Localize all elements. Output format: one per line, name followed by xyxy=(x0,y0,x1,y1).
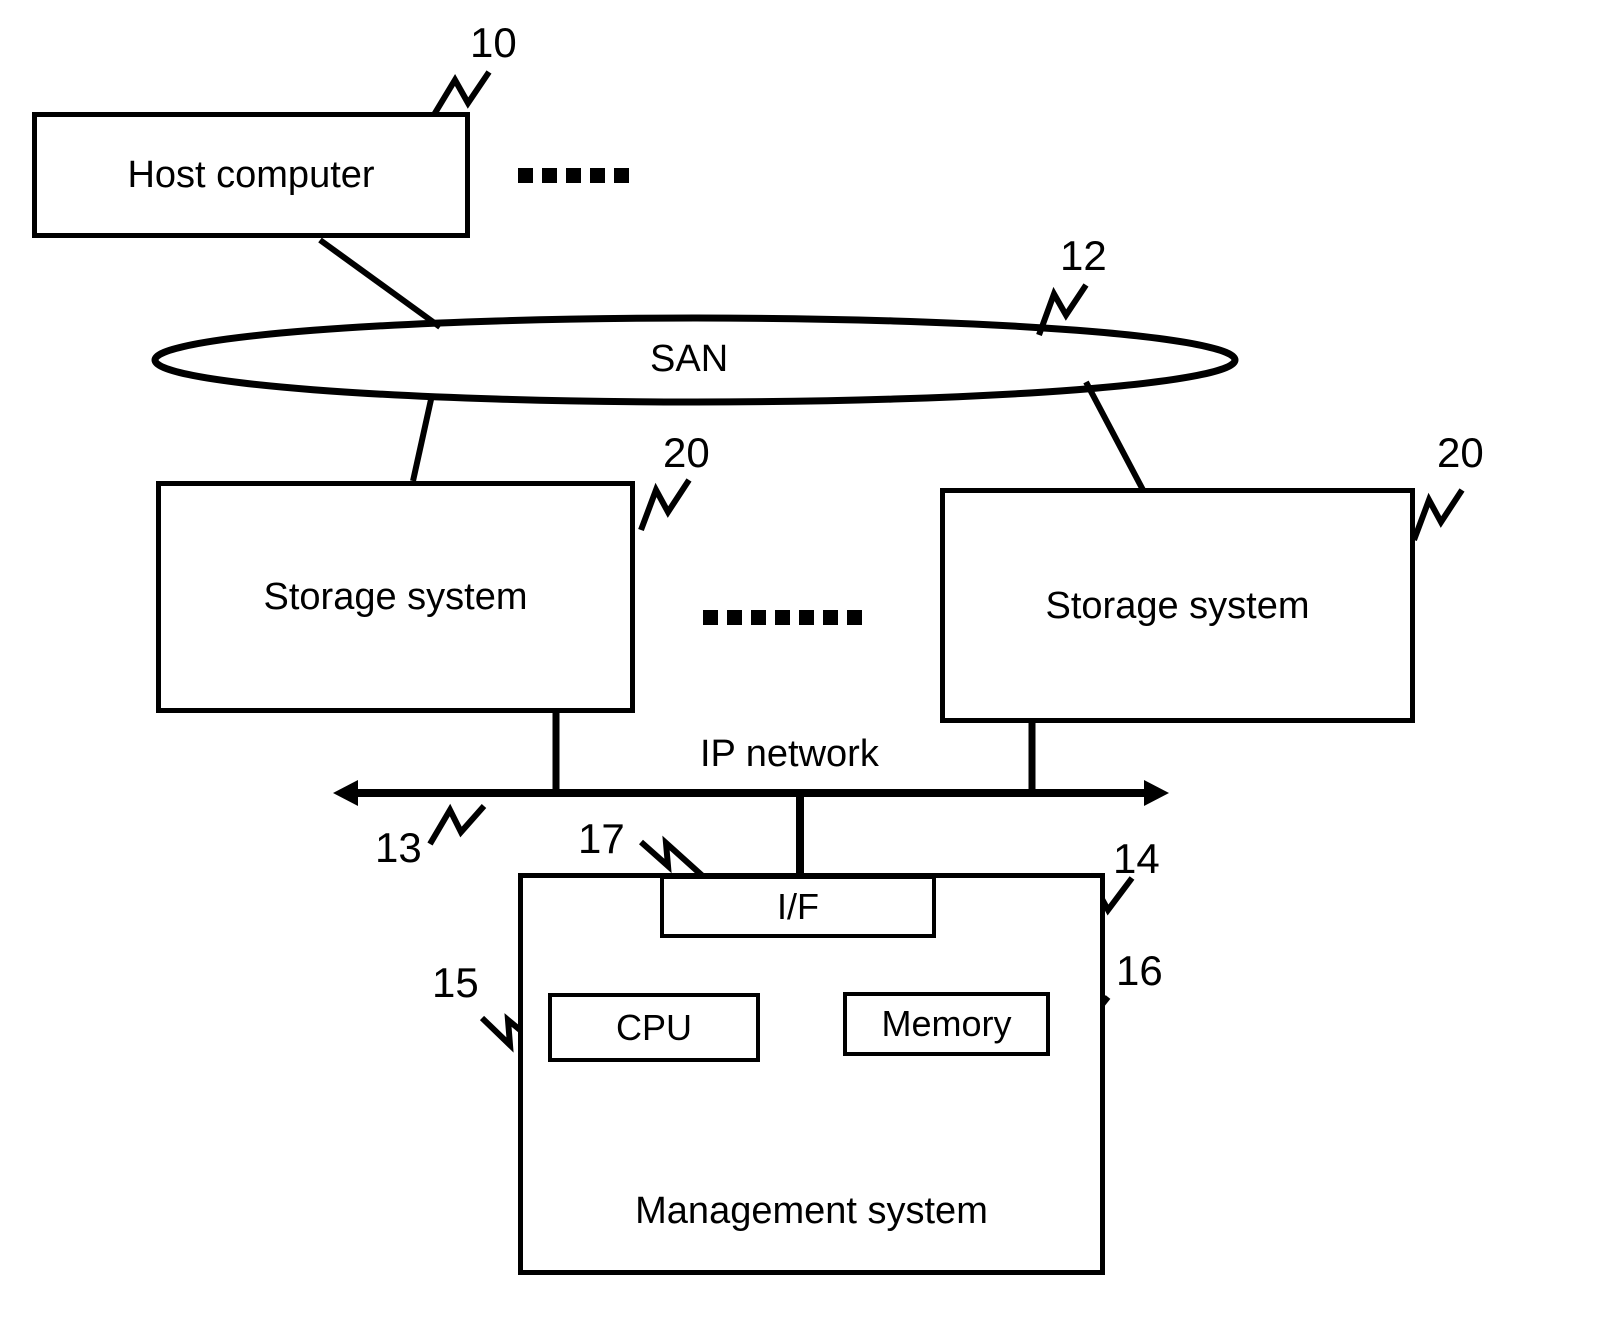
ref-numeral-17: 17 xyxy=(578,815,625,862)
figure-canvas: Host computer SAN Storage system Storage… xyxy=(0,0,1601,1337)
ellipsis-dot xyxy=(614,168,629,183)
san-label: SAN xyxy=(650,338,729,380)
management-system-label: Management system xyxy=(635,1190,988,1232)
memory-label: Memory xyxy=(881,1003,1012,1044)
ellipsis-dot xyxy=(823,610,838,625)
storage-system-left-box[interactable]: Storage system xyxy=(156,481,635,713)
cpu-box[interactable]: CPU xyxy=(548,993,760,1062)
cpu-label: CPU xyxy=(615,1006,692,1048)
ellipsis-dot xyxy=(847,610,862,625)
ref-numeral-15: 15 xyxy=(432,959,479,1006)
ellipsis-dot xyxy=(566,168,581,183)
leader-13 xyxy=(427,803,487,846)
storage-system-right-box[interactable]: Storage system xyxy=(940,488,1415,723)
ellipsis-dot xyxy=(542,168,557,183)
memory-box[interactable]: Memory xyxy=(843,992,1050,1056)
host-computer-label: Host computer xyxy=(127,154,375,196)
bus-arrow-right xyxy=(1144,780,1169,806)
ref-numeral-14: 14 xyxy=(1113,835,1160,882)
ellipsis-host-row xyxy=(518,168,629,183)
ref-numeral-13: 13 xyxy=(375,824,422,871)
ellipsis-dot xyxy=(590,168,605,183)
interface-label: I/F xyxy=(777,885,819,927)
ref-numeral-16: 16 xyxy=(1116,947,1163,994)
ellipsis-dot xyxy=(518,168,533,183)
bus-arrow-left xyxy=(333,780,358,806)
host-computer-box[interactable]: Host computer xyxy=(32,112,470,238)
ellipsis-dot xyxy=(799,610,814,625)
ref-numeral-20-right: 20 xyxy=(1437,429,1484,476)
interface-box[interactable]: I/F xyxy=(660,875,936,938)
ref-numeral-20-left: 20 xyxy=(663,429,710,476)
ref-numeral-12: 12 xyxy=(1060,232,1107,279)
ref-numeral-10: 10 xyxy=(470,19,517,66)
leader-20-left xyxy=(638,478,692,532)
storage-system-right-label: Storage system xyxy=(1045,584,1310,627)
storage-system-left-label: Storage system xyxy=(263,576,528,618)
link-san-to-storage-left xyxy=(410,394,435,482)
ellipsis-storage-row xyxy=(703,610,862,625)
link-host-to-san xyxy=(318,237,442,330)
leader-20-right xyxy=(1411,488,1465,542)
ip-network-label: IP network xyxy=(700,733,879,775)
ellipsis-dot xyxy=(727,610,742,625)
ellipsis-dot xyxy=(775,610,790,625)
ellipsis-dot xyxy=(751,610,766,625)
ellipsis-dot xyxy=(703,610,718,625)
link-san-to-storage-right xyxy=(1083,380,1146,492)
